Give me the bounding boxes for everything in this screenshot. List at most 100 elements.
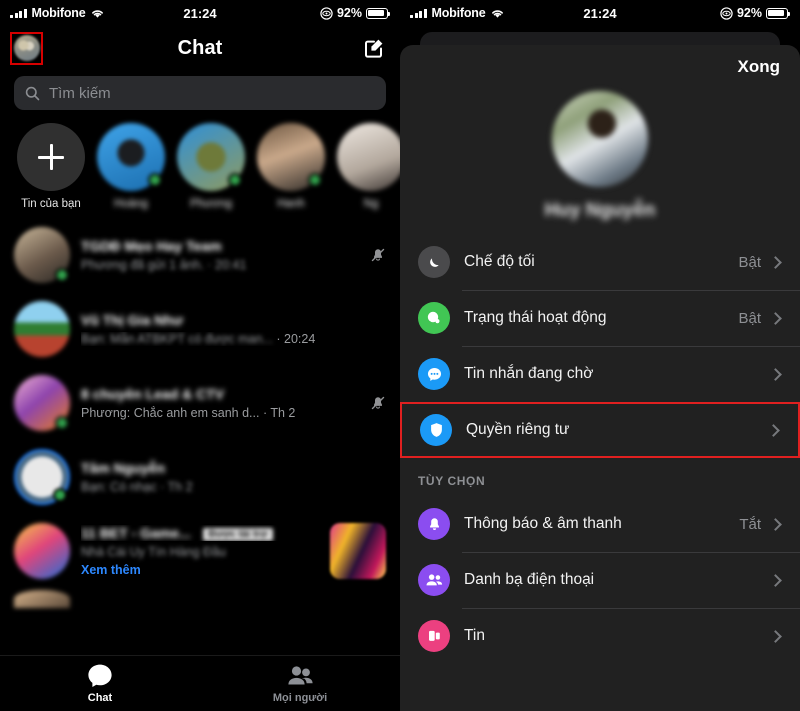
chat-screen: Mobifone 21:24 92% Chat Tìm kiếm Tin của… (0, 0, 400, 711)
bell-icon (418, 508, 450, 540)
battery-percent-label: 92% (336, 6, 362, 20)
chat-avatar (14, 523, 70, 579)
search-input[interactable]: Tìm kiếm (14, 76, 386, 110)
message-requests-icon (418, 358, 450, 390)
chat-avatar (14, 375, 70, 431)
settings-row-label: Tin nhắn đang chờ (464, 365, 594, 382)
chat-list-item[interactable]: 8 chuyên Lead & CTV Phương: Chắc anh em … (0, 366, 400, 440)
chat-item-body: TGDĐ Mẹo Hay Team Phương đã gửi 1 ảnh. ·… (81, 238, 359, 272)
chat-item-preview: Nhà Cái Uy Tín Hàng Đầu (81, 545, 226, 559)
story-item[interactable]: Hoàng (96, 123, 166, 210)
tab-people[interactable]: Mọi người (200, 664, 400, 704)
settings-row-dark-mode[interactable]: Chế độ tối Bật (400, 234, 800, 290)
story-label: Hanh (277, 198, 305, 210)
chevron-right-icon (769, 311, 782, 325)
dual-screenshot: Mobifone 21:24 92% Chat Tìm kiếm Tin của… (0, 0, 800, 711)
chat-item-body: 8 chuyên Lead & CTV Phương: Chắc anh em … (81, 386, 359, 420)
settings-row-label: Trạng thái hoạt động (464, 309, 607, 326)
profile-avatar-large[interactable] (552, 91, 648, 187)
story-label: Phương (189, 198, 233, 210)
story-label: Hoàng (114, 198, 148, 210)
chat-avatar (14, 590, 70, 608)
story-avatar (337, 123, 400, 191)
story-item[interactable]: Hanh (256, 123, 326, 210)
settings-row-label: Danh bạ điện thoại (464, 571, 595, 588)
tab-label: Chat (87, 691, 113, 704)
chevron-right-icon (769, 629, 782, 643)
chat-list-item[interactable]: Tâm Nguyễn Bạn: Có nhạc · Th 2 (0, 440, 400, 514)
tab-label: Mọi người (272, 691, 328, 704)
profile-avatar-button[interactable] (10, 31, 43, 65)
settings-row-label: Chế độ tối (464, 253, 535, 270)
ad-thumbnail[interactable] (330, 523, 386, 579)
settings-row-label: Quyền riêng tư (466, 421, 570, 438)
do-not-disturb-icon (720, 6, 733, 20)
plus-icon (17, 123, 85, 191)
compose-icon[interactable] (362, 36, 386, 60)
carrier-label: Mobifone (431, 6, 486, 20)
mute-icon (371, 248, 385, 262)
settings-list[interactable]: Chế độ tối Bật Trạng thái hoạt động Bật (400, 234, 800, 711)
online-dot (148, 173, 162, 187)
settings-row-privacy[interactable]: Quyền riêng tư (400, 402, 800, 458)
settings-row-active-status[interactable]: Trạng thái hoạt động Bật (400, 290, 800, 346)
stories-tray[interactable]: Tin của bạn Hoàng Phương Hanh Ng (0, 110, 400, 214)
bottom-tab-bar[interactable]: Chat Mọi người (0, 655, 400, 711)
tab-chat[interactable]: Chat (0, 664, 200, 704)
online-dot (308, 173, 322, 187)
chat-list-item[interactable] (0, 588, 400, 617)
online-dot (55, 268, 69, 282)
chat-item-preview: Bạn: Mẫn ATBKPT có được man... · 20:24 (81, 332, 316, 346)
story-label: Tin của bạn (21, 198, 81, 210)
chat-list-item[interactable]: Vũ Thị Gia Như Bạn: Mẫn ATBKPT có được m… (0, 292, 400, 366)
online-dot (55, 416, 69, 430)
chevron-right-icon (769, 367, 782, 381)
settings-row-value: Bật (738, 309, 761, 327)
story-avatar (257, 123, 325, 191)
story-label: Ng (363, 198, 379, 210)
settings-row-contacts[interactable]: Danh bạ điện thoại (400, 552, 800, 608)
search-placeholder: Tìm kiếm (49, 84, 111, 102)
battery-icon (766, 7, 791, 19)
moon-icon (418, 246, 450, 278)
online-dot (228, 173, 242, 187)
page-title: Chat (177, 36, 223, 59)
do-not-disturb-icon (320, 6, 333, 20)
chat-item-preview: Bạn: Có nhạc · Th 2 (81, 480, 193, 494)
settings-row-message-requests[interactable]: Tin nhắn đang chờ (400, 346, 800, 402)
chat-list-item-sponsored[interactable]: 11 BET - Game... Được tài trợ Nhà Cái Uy… (0, 514, 400, 588)
people-icon (200, 664, 400, 688)
status-bar-right-group: 92% (720, 6, 791, 20)
story-avatar (97, 123, 165, 191)
shield-icon (420, 414, 452, 446)
active-status-icon (418, 302, 450, 334)
story-item-add[interactable]: Tin của bạn (16, 123, 86, 210)
battery-percent-label: 92% (736, 6, 762, 20)
online-dot (53, 488, 67, 502)
signal-bars-icon (10, 8, 27, 18)
status-badge: Được tài trợ (202, 527, 274, 541)
story-item[interactable]: Ng (336, 123, 400, 210)
chat-navbar: Chat (0, 26, 400, 70)
story-item[interactable]: Phương (176, 123, 246, 210)
mute-icon (371, 396, 385, 410)
see-more-link[interactable]: Xem thêm (81, 563, 319, 577)
battery-icon (366, 7, 391, 19)
profile-avatar (13, 35, 40, 61)
chat-item-name: 8 chuyên Lead & CTV (81, 386, 225, 402)
chevron-right-icon (769, 517, 782, 531)
profile-header[interactable]: Huy Nguyễn (400, 89, 800, 234)
settings-row-stories[interactable]: Tin (400, 608, 800, 664)
status-bar-right-group: 92% (320, 6, 391, 20)
chevron-right-icon (767, 423, 780, 437)
wifi-icon (92, 9, 104, 18)
chat-list-item[interactable]: TGDĐ Mẹo Hay Team Phương đã gửi 1 ảnh. ·… (0, 218, 400, 292)
done-button[interactable]: Xong (738, 57, 781, 77)
section-header-options: TÙY CHỌN (418, 474, 486, 488)
chat-list[interactable]: TGDĐ Mẹo Hay Team Phương đã gửi 1 ảnh. ·… (0, 214, 400, 655)
chat-avatar (14, 227, 70, 283)
settings-row-notifications[interactable]: Thông báo & âm thanh Tắt (400, 496, 800, 552)
status-bar-left-group: Mobifone (10, 6, 105, 20)
sheet-header: Xong (400, 45, 800, 89)
search-icon (25, 86, 40, 100)
